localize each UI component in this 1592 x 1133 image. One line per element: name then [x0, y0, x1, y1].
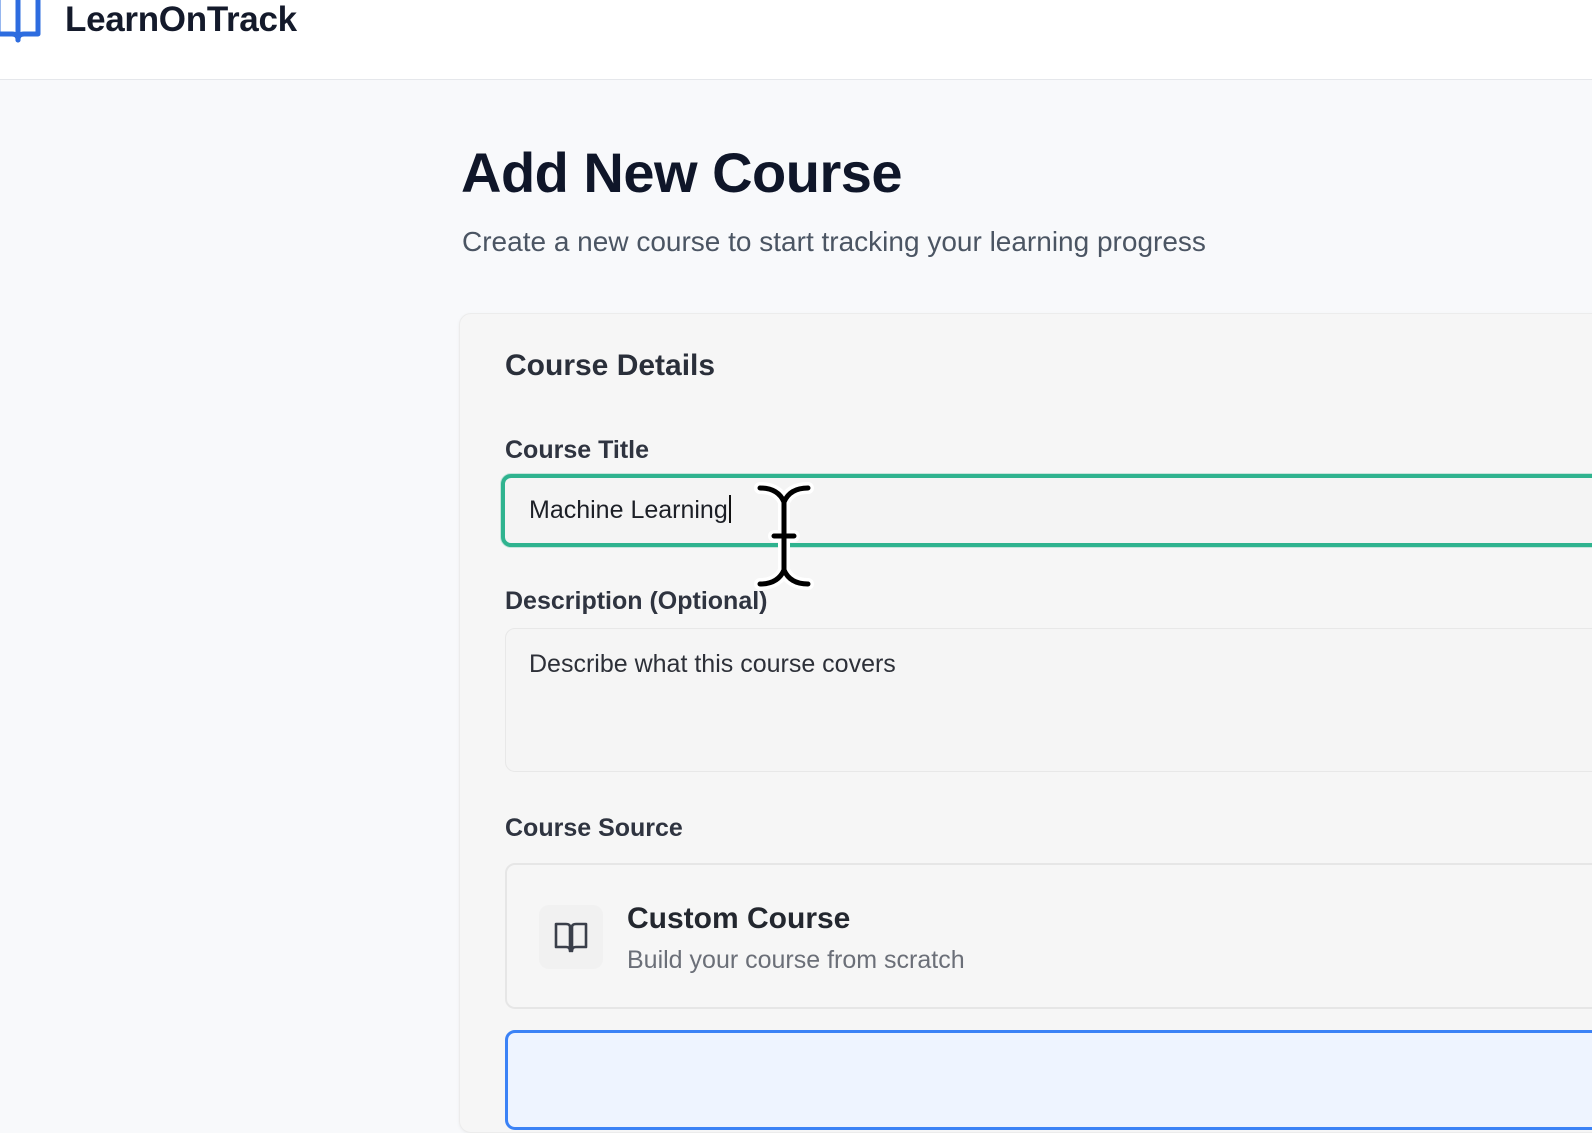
- page-title: Add New Course: [461, 141, 903, 204]
- description-textarea[interactable]: Describe what this course covers: [505, 628, 1592, 772]
- course-title-label: Course Title: [505, 436, 650, 464]
- open-book-icon[interactable]: [0, 0, 50, 46]
- description-placeholder: Describe what this course covers: [529, 650, 896, 678]
- section-title: Course Details: [505, 349, 716, 382]
- app-name[interactable]: LearnOnTrack: [65, 0, 297, 40]
- source-option-selected[interactable]: [505, 1030, 1592, 1130]
- course-source-label: Course Source: [505, 814, 683, 842]
- open-book-icon: [554, 922, 588, 953]
- course-title-input[interactable]: Machine Learning: [501, 474, 1592, 547]
- source-option-icon-box: [539, 905, 603, 969]
- source-option-description: Build your course from scratch: [627, 946, 965, 974]
- source-option-title: Custom Course: [627, 902, 851, 935]
- page-subtitle: Create a new course to start tracking yo…: [462, 226, 1206, 257]
- description-label: Description (Optional): [505, 587, 768, 615]
- course-title-value: Machine Learning: [529, 495, 731, 525]
- text-caret: [728, 495, 731, 523]
- source-option-custom-course[interactable]: Custom Course Build your course from scr…: [505, 863, 1592, 1009]
- top-bar: LearnOnTrack: [0, 0, 1592, 80]
